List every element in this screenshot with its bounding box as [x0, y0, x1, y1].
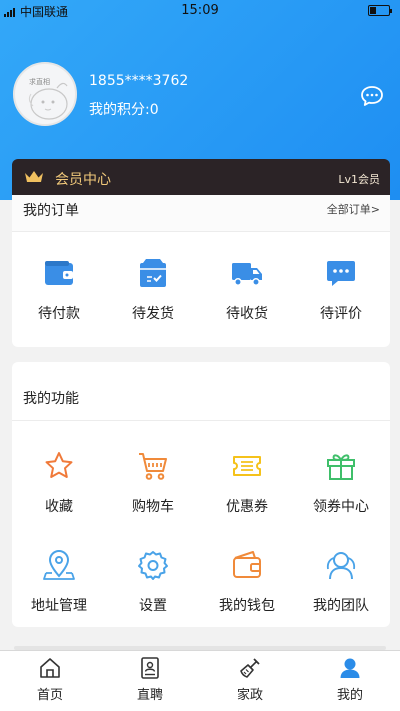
function-label: 我的钱包 [219, 598, 275, 614]
function-label: 优惠券 [226, 499, 268, 515]
function-label: 地址管理 [31, 598, 87, 614]
coupons-button[interactable]: 优惠券 [200, 450, 294, 520]
team-icon [326, 552, 356, 580]
my-team-button[interactable]: 我的团队 [294, 549, 388, 619]
orders-header: 我的订单 全部订单> [12, 195, 390, 231]
message-icon[interactable] [360, 85, 384, 107]
member-center-label: 会员中心 [55, 172, 111, 188]
tab-mine[interactable]: 我的 [300, 651, 400, 711]
functions-title: 我的功能 [23, 391, 79, 407]
functions-header: 我的功能 [12, 362, 390, 420]
order-status-label: 待付款 [38, 306, 80, 322]
my-wallet-button[interactable]: 我的钱包 [200, 549, 294, 619]
user-phone: 1855****3762 [89, 73, 189, 89]
location-icon [43, 550, 75, 580]
order-pending-receipt[interactable]: 待收货 [200, 257, 294, 337]
star-icon [45, 452, 73, 478]
orders-card: 我的订单 全部订单> 待付款 待发货 待收货 待评价 [12, 195, 390, 347]
wallet-icon [45, 261, 73, 285]
function-label: 设置 [139, 598, 167, 614]
truck-icon [232, 263, 262, 286]
status-time: 15:09 [181, 3, 219, 18]
comment-icon [327, 261, 355, 286]
home-icon [40, 658, 60, 678]
function-label: 购物车 [132, 499, 174, 515]
bottom-tab-bar: 首页 直聘 家政 我的 [0, 650, 400, 711]
settings-icon [138, 551, 168, 580]
status-bar: 中国联通 15:09 [0, 0, 400, 22]
divider [12, 420, 390, 421]
broom-icon [240, 658, 260, 678]
all-orders-link[interactable]: 全部订单> [327, 201, 380, 217]
tab-label: 家政 [236, 688, 263, 703]
member-center-bar[interactable]: 会员中心 Lv1会员 [12, 159, 390, 195]
order-pending-shipment[interactable]: 待发货 [106, 257, 200, 337]
orders-title: 我的订单 [23, 203, 79, 219]
tab-recruitment[interactable]: 直聘 [100, 651, 200, 711]
order-status-label: 待评价 [320, 306, 362, 322]
coupon-icon [233, 456, 261, 476]
order-pending-payment[interactable]: 待付款 [12, 257, 106, 337]
cart-button[interactable]: 购物车 [106, 450, 200, 520]
tab-label: 直聘 [136, 688, 163, 703]
order-status-label: 待收货 [226, 306, 268, 322]
tab-label: 我的 [336, 688, 363, 703]
address-management-button[interactable]: 地址管理 [12, 549, 106, 619]
order-pending-review[interactable]: 待评价 [294, 257, 388, 337]
functions-card: 我的功能 收藏 购物车 优惠券 领券中心 地址管理 设置 我的钱包 我的团队 [12, 362, 390, 627]
settings-button[interactable]: 设置 [106, 549, 200, 619]
resume-icon [141, 657, 159, 679]
crown-icon [25, 171, 43, 182]
avatar[interactable]: 求直相 [13, 62, 77, 126]
function-label: 我的团队 [313, 598, 369, 614]
member-level-badge: Lv1会员 [338, 173, 380, 186]
favorites-button[interactable]: 收藏 [12, 450, 106, 520]
gift-icon [327, 454, 355, 480]
tab-home[interactable]: 首页 [0, 651, 100, 711]
package-icon [140, 259, 166, 287]
order-status-label: 待发货 [132, 306, 174, 322]
cart-icon [139, 453, 167, 480]
function-label: 领券中心 [313, 499, 369, 515]
user-points[interactable]: 我的积分:0 [89, 99, 159, 119]
tab-housekeeping[interactable]: 家政 [200, 651, 300, 711]
user-icon [340, 658, 360, 678]
avatar-text: 求直相 [29, 78, 50, 86]
divider [12, 231, 390, 232]
tab-label: 首页 [36, 688, 63, 703]
battery-icon [368, 5, 392, 16]
coupon-center-button[interactable]: 领券中心 [294, 450, 388, 520]
function-label: 收藏 [45, 499, 73, 515]
wallet-icon [233, 551, 261, 578]
